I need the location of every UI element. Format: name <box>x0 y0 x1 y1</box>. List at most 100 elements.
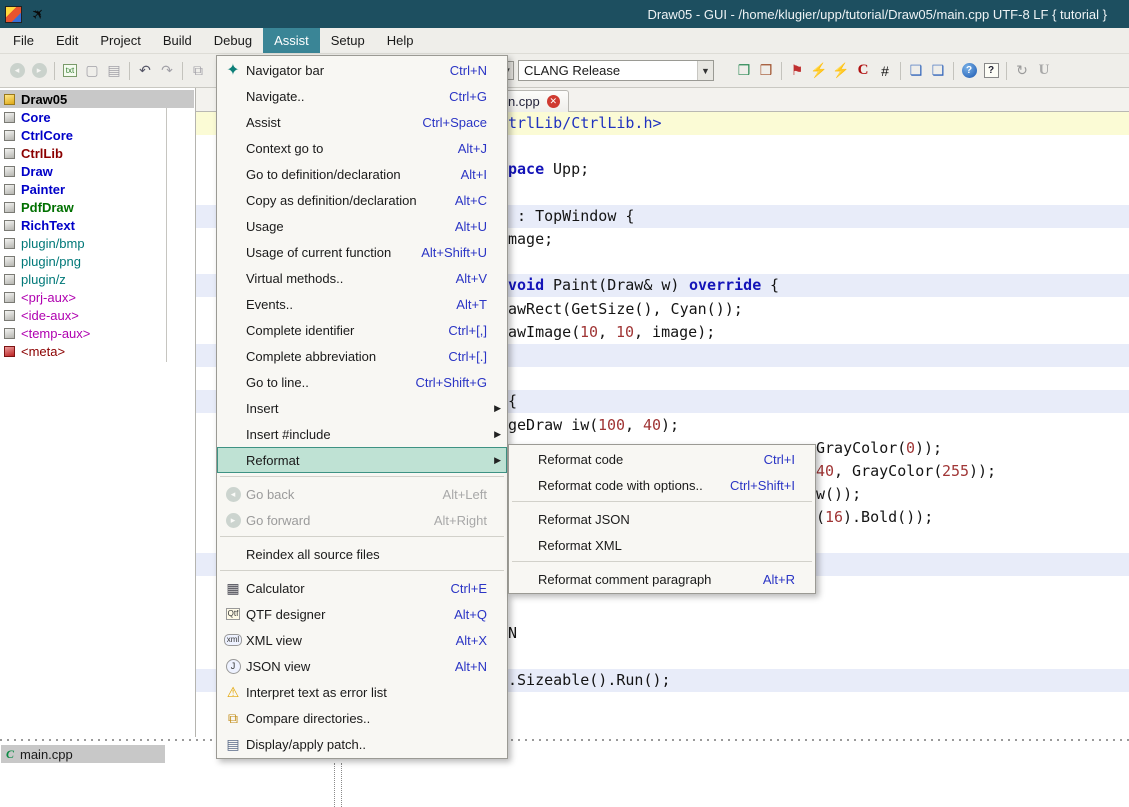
package-list: Draw05 Core CtrlCore CtrlLib <box>0 90 194 360</box>
combo-dropdown-icon[interactable]: ▼ <box>697 61 713 80</box>
package-row[interactable]: <temp-aux> <box>0 324 194 342</box>
assist-menu-item[interactable]: Display/apply patch.. ▶ <box>217 731 507 757</box>
menubar-item[interactable]: Build <box>152 28 203 53</box>
assist-menu-item[interactable]: Reindex all source files ▶ <box>217 541 507 567</box>
package-row[interactable]: plugin/png <box>0 252 194 270</box>
package-row[interactable]: PdfDraw <box>0 198 194 216</box>
nav-forward-icon[interactable]: ▸ <box>29 60 49 82</box>
reformat-menu-item[interactable]: Reformat comment paragraph Alt+R ▶ <box>509 566 815 592</box>
assist-menu-item[interactable]: XML view Alt+X ▶ <box>217 627 507 653</box>
assist-menu-item[interactable]: Usage of current function Alt+Shift+U ▶ <box>217 239 507 265</box>
reformat-menu-item[interactable]: Reformat XML ▶ <box>509 532 815 558</box>
assist-menu-item[interactable]: Compare directories.. ▶ <box>217 705 507 731</box>
menu-item-label: Go back <box>244 487 294 502</box>
sync-packages-icon[interactable]: ❒ <box>734 60 754 82</box>
assist-menu-item[interactable]: Go to line.. Ctrl+Shift+G ▶ <box>217 369 507 395</box>
package-icon <box>4 202 15 213</box>
package-row[interactable]: plugin/bmp <box>0 234 194 252</box>
assist-menu-item[interactable]: Usage Alt+U ▶ <box>217 213 507 239</box>
assist-menu-item[interactable]: Calculator Ctrl+E ▶ <box>217 575 507 601</box>
upp-icon[interactable]: U <box>1034 60 1054 82</box>
package-row[interactable]: Core <box>0 108 194 126</box>
menu-item-label: Compare directories.. <box>244 711 370 726</box>
menubar-item[interactable]: Setup <box>320 28 376 53</box>
binary-file-icon[interactable]: ▢ <box>82 60 102 82</box>
vertical-splitter[interactable] <box>334 763 342 807</box>
assist-menu-item[interactable]: QTF designer Alt+Q ▶ <box>217 601 507 627</box>
assist-menu-item[interactable]: Assist Ctrl+Space ▶ <box>217 109 507 135</box>
package-row[interactable]: CtrlLib <box>0 144 194 162</box>
package-row[interactable]: <ide-aux> <box>0 306 194 324</box>
menu-item-shortcut: Ctrl+E <box>437 581 491 596</box>
package-row[interactable]: <prj-aux> <box>0 288 194 306</box>
assist-menu-item[interactable]: Navigate.. Ctrl+G ▶ <box>217 83 507 109</box>
redo-icon[interactable]: ↷ <box>157 60 177 82</box>
menubar-item[interactable]: Assist <box>263 28 320 53</box>
assist-menu-item[interactable]: Interpret text as error list ▶ <box>217 679 507 705</box>
package-row[interactable]: CtrlCore <box>0 126 194 144</box>
execute-window-icon[interactable]: ❏ <box>928 60 948 82</box>
pin-icon[interactable]: ✈ <box>27 3 49 25</box>
assist-menu-item[interactable]: Insert #include ▶ <box>217 421 507 447</box>
assist-menu-item[interactable]: Copy as definition/declaration Alt+C ▶ <box>217 187 507 213</box>
assist-menu-item[interactable]: Reformat ▶ <box>217 447 507 473</box>
assist-menu-item[interactable]: Go forward Alt+Right ▶ <box>217 507 507 533</box>
special-file-icon[interactable]: ▤ <box>104 60 124 82</box>
build-icon[interactable]: ⚡ <box>809 60 829 82</box>
menu-item-icon <box>222 608 244 620</box>
context-help-icon[interactable]: ? <box>981 60 1001 82</box>
menu-item-shortcut: Alt+Q <box>440 607 491 622</box>
toolbar-icon[interactable] <box>897 60 904 82</box>
menu-item-label: Navigate.. <box>244 89 305 104</box>
copy-icon[interactable]: ⧉ <box>188 60 208 82</box>
preprocess-icon[interactable]: # <box>875 60 895 82</box>
undo-icon[interactable]: ↶ <box>135 60 155 82</box>
menubar-item[interactable]: File <box>2 28 45 53</box>
toolbar-icon[interactable] <box>950 60 957 82</box>
menubar-item[interactable]: Help <box>376 28 425 53</box>
reformat-menu-item[interactable]: Reformat JSON ▶ <box>509 506 815 532</box>
toolbar-icon[interactable] <box>778 60 785 82</box>
refresh-icon[interactable]: ↻ <box>1012 60 1032 82</box>
help-topics-icon[interactable]: ? <box>959 60 979 82</box>
menu-item-label: Calculator <box>244 581 305 596</box>
package-row[interactable]: Painter <box>0 180 194 198</box>
assist-menu-item[interactable]: Complete abbreviation Ctrl+[.] ▶ <box>217 343 507 369</box>
assist-menu-item[interactable]: Insert ▶ <box>217 395 507 421</box>
reformat-menu-item[interactable]: Reformat code Ctrl+I ▶ <box>509 446 815 472</box>
assist-menu-item[interactable]: Complete identifier Ctrl+[,] ▶ <box>217 317 507 343</box>
menubar-item[interactable]: Debug <box>203 28 263 53</box>
c-lang-icon[interactable]: C <box>853 60 873 82</box>
menubar-item[interactable]: Project <box>89 28 151 53</box>
assist-menu-item[interactable]: Go back Alt+Left ▶ <box>217 481 507 507</box>
assist-menu-item[interactable]: JSON view Alt+N ▶ <box>217 653 507 679</box>
file-list-item[interactable]: C main.cpp <box>1 745 165 763</box>
menu-item-label: XML view <box>244 633 302 648</box>
txt-file-icon[interactable]: txt <box>60 60 80 82</box>
rebuild-icon[interactable]: ⚡ <box>831 60 851 82</box>
assist-menu-item[interactable]: Context go to Alt+J ▶ <box>217 135 507 161</box>
assist-menu-item[interactable]: Go to definition/declaration Alt+I ▶ <box>217 161 507 187</box>
toolbar-icon[interactable] <box>179 60 186 82</box>
toolbar-icon[interactable] <box>51 60 58 82</box>
execute-icon[interactable]: ❏ <box>906 60 926 82</box>
build-flags-icon[interactable]: ⚑ <box>787 60 807 82</box>
assist-menu-item[interactable]: Virtual methods.. Alt+V ▶ <box>217 265 507 291</box>
horizontal-splitter[interactable] <box>0 738 1129 742</box>
tab-close-icon[interactable]: ✕ <box>547 95 560 108</box>
package-row[interactable]: plugin/z <box>0 270 194 288</box>
package-row[interactable]: RichText <box>0 216 194 234</box>
package-row[interactable]: Draw05 <box>0 90 194 108</box>
menu-item-shortcut: Alt+C <box>441 193 491 208</box>
install-packages-icon[interactable]: ❒ <box>756 60 776 82</box>
assist-menu-item[interactable]: Navigator bar Ctrl+N ▶ <box>217 57 507 83</box>
menubar-item[interactable]: Edit <box>45 28 89 53</box>
toolbar-icon[interactable] <box>126 60 133 82</box>
nav-back-icon[interactable]: ◂ <box>7 60 27 82</box>
build-method-combo[interactable]: CLANG Release ▼ <box>518 60 714 81</box>
package-row[interactable]: Draw <box>0 162 194 180</box>
assist-menu-item[interactable]: Events.. Alt+T ▶ <box>217 291 507 317</box>
reformat-menu-item[interactable]: Reformat code with options.. Ctrl+Shift+… <box>509 472 815 498</box>
package-row[interactable]: <meta> <box>0 342 194 360</box>
toolbar-icon[interactable] <box>1003 60 1010 82</box>
